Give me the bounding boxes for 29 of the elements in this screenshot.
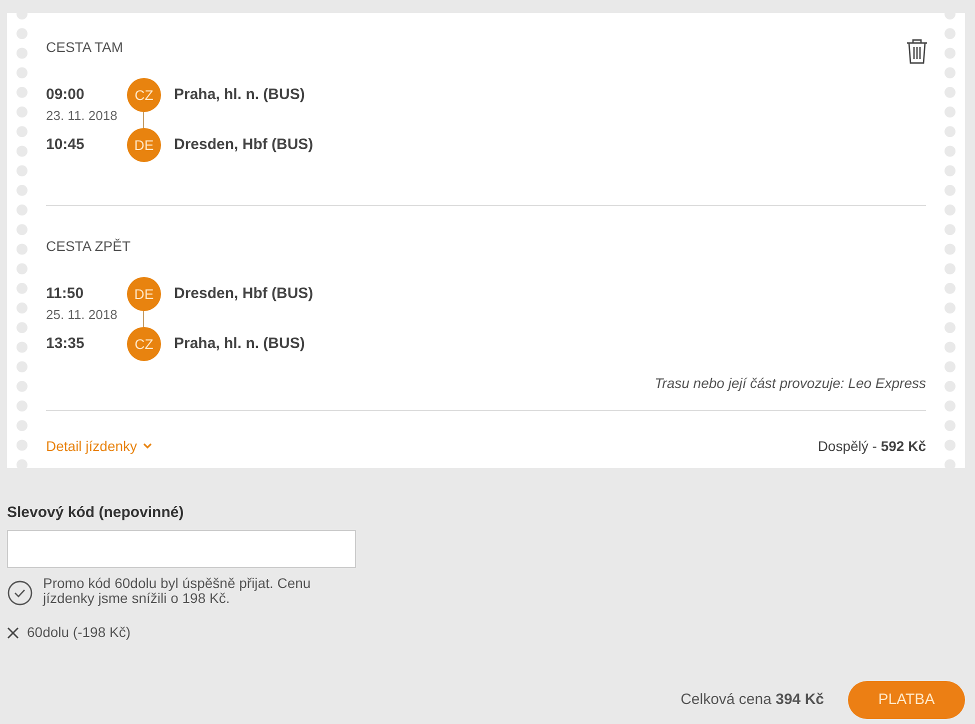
chevron-down-icon [143,443,152,449]
promo-label: Slevový kód (nepovinné) [7,505,185,521]
trip-title: CESTA ZPĚT [46,237,131,255]
country-badge: CZ [127,327,161,361]
station-name: Dresden, Hbf (BUS) [174,135,314,155]
remove-icon[interactable] [7,626,19,638]
date-text: 23. 11. 2018 [46,109,118,123]
time-text: 13:35 [46,334,86,354]
fare-text: Dospělý - 592 Kč [818,438,926,454]
applied-promo-code: 60dolu (-198 Kč) [27,623,131,642]
time-text: 09:00 [46,85,86,105]
station-name: Dresden, Hbf (BUS) [174,284,314,304]
trip-title: CESTA TAM [46,38,124,56]
country-badge: CZ [127,78,161,112]
station-name: Praha, hl. n. (BUS) [174,334,305,354]
country-badge: DE [127,277,161,311]
delete-icon[interactable] [906,39,928,64]
operator-note: Trasu nebo její část provozuje: Leo Express [654,375,926,391]
total-price: Celková cena 394 Kč [680,690,824,710]
promo-message: Promo kód 60dolu byl úspěšně přijat. Cenu jízdenky jsme snížili o 198 Kč. [43,576,312,606]
date-text: 25. 11. 2018 [46,308,118,322]
promo-code-field[interactable] [7,530,356,568]
country-badge: DE [127,128,161,162]
station-name: Praha, hl. n. (BUS) [174,85,305,105]
ticket-detail-link[interactable]: Detail jízdenky [46,438,152,454]
check-circle-icon [7,580,33,606]
time-text: 11:50 [46,284,85,304]
time-text: 10:45 [46,135,86,155]
pay-button[interactable]: PLATBA [848,681,965,719]
